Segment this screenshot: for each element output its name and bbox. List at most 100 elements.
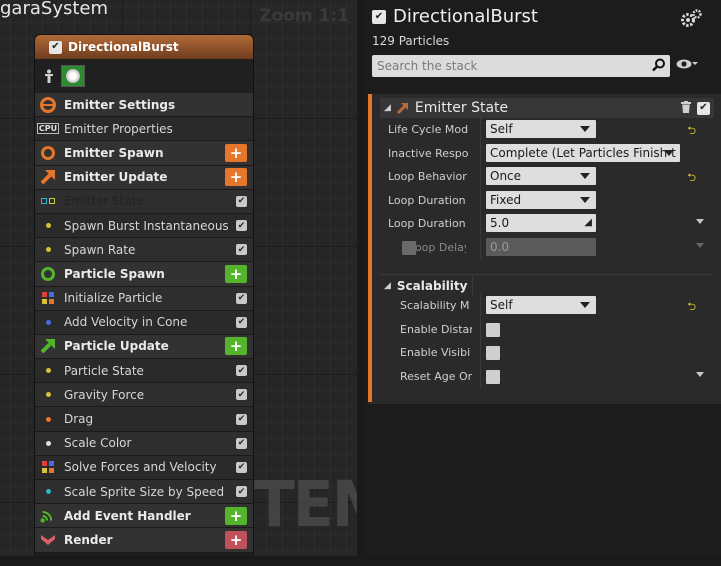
stack-section-particle-update[interactable]: Particle Update + (35, 334, 253, 360)
stack-search-box[interactable] (372, 55, 670, 77)
details-enabled-checkbox[interactable]: ✔ (372, 9, 386, 24)
module-type-dot-icon (40, 368, 56, 374)
stack-module-spawn-burst-instantaneous[interactable]: Spawn Burst Instantaneous ✔ (35, 213, 253, 239)
expand-arrow-icon[interactable] (696, 371, 704, 377)
stack-row-label: Drag (64, 412, 94, 427)
add-emitter-update-button[interactable]: + (225, 168, 247, 187)
dropdown-value: Self (490, 122, 513, 136)
property-row-loop-delay: Loop Delay 0.0 (388, 235, 714, 259)
emitter-thumbnail (61, 65, 85, 87)
chevron-down-icon (580, 302, 590, 308)
expand-arrow-icon[interactable] (696, 242, 704, 248)
cpu-icon: CPU (36, 123, 60, 135)
column-separator (480, 141, 481, 165)
column-separator (480, 317, 481, 341)
stack-section-particle-spawn[interactable]: Particle Spawn + (35, 262, 253, 287)
stack-module-particle-state[interactable]: Particle State ✔ (35, 359, 253, 384)
reset-to-default-icon[interactable]: ⮌ (687, 169, 696, 188)
dropdown-value: Self (490, 298, 513, 312)
stack-section-render[interactable]: Render + (35, 528, 253, 553)
loop-duration-number-field[interactable]: 5.0 ◢ (486, 214, 596, 232)
person-icon[interactable] (43, 69, 55, 83)
selected-emitter-details-panel: ✔ DirectionalBurst 129 Particles ◢ Emitt… (364, 0, 721, 566)
scalability-m-dropdown[interactable]: Self (486, 296, 596, 314)
life-cycle-mod-dropdown[interactable]: Self (486, 120, 596, 138)
emitter-enabled-checkbox[interactable]: ✔ (49, 40, 62, 54)
emitter-node[interactable]: ✔ DirectionalBurst Emitter Settings CPU Em… (34, 34, 254, 556)
stack-module-solve-forces-and-velocity[interactable]: Solve Forces and Velocity ✔ (35, 455, 253, 480)
emitter-node-header[interactable]: ✔ DirectionalBurst (35, 35, 253, 59)
module-enabled-checkbox[interactable]: ✔ (236, 220, 247, 232)
number-value: 0.0 (490, 239, 510, 254)
chevron-down-icon (580, 196, 590, 203)
stack-module-gravity-force[interactable]: Gravity Force ✔ (35, 383, 253, 408)
emitter-stack-list: Emitter Settings CPU Emitter Properties Emi… (35, 93, 253, 553)
reset-to-default-icon[interactable]: ⮌ (687, 122, 696, 141)
stack-section-add-event-handler[interactable]: Add Event Handler + (35, 504, 253, 529)
add-add-event-handler-button[interactable]: + (225, 506, 247, 525)
trash-icon[interactable] (681, 100, 691, 116)
module-enabled-checkbox[interactable]: ✔ (236, 365, 247, 377)
property-label: Loop Duration (388, 217, 466, 230)
module-enabled-checkbox[interactable]: ✔ (236, 195, 247, 207)
stack-module-emitter-properties[interactable]: CPU Emitter Properties (35, 117, 253, 142)
property-row-reset-age-or: Reset Age Or (388, 364, 714, 388)
collapse-triangle-icon[interactable]: ◢ (384, 281, 391, 291)
module-enabled-checkbox[interactable]: ✔ (236, 316, 247, 328)
collapse-triangle-icon[interactable]: ◢ (384, 103, 391, 113)
visibility-filter-eye-icon[interactable] (676, 58, 698, 74)
property-row-loop-behavior: Loop Behavior Once ⮌ (388, 165, 714, 188)
enable-distar-checkbox[interactable] (486, 322, 500, 337)
stack-module-emitter-state[interactable]: Emitter State ✔ (35, 189, 253, 214)
module-enabled-checkbox[interactable]: ✔ (236, 461, 247, 473)
dropdown-value: Complete (Let Particles Finish th (490, 145, 676, 160)
module-enabled-checkbox[interactable]: ✔ (236, 486, 247, 498)
module-enabled-checkbox[interactable]: ✔ (697, 101, 710, 115)
module-enabled-checkbox[interactable]: ✔ (236, 292, 247, 304)
column-separator (480, 341, 481, 364)
stack-module-add-velocity-in-cone[interactable]: Add Velocity in Cone ✔ (35, 310, 253, 335)
enable-visibi-checkbox[interactable] (486, 346, 500, 360)
add-particle-update-button[interactable]: + (225, 337, 247, 356)
stack-module-scale-sprite-size-by-speed[interactable]: Scale Sprite Size by Speed ✔ (35, 480, 253, 505)
stack-module-initialize-particle[interactable]: Initialize Particle ✔ (35, 286, 253, 311)
loop-duration-m-dropdown[interactable]: Fixed (486, 190, 596, 209)
module-type-dots-icon (40, 198, 56, 205)
reset-to-default-icon[interactable]: ⮌ (687, 298, 696, 317)
reset-age-or-checkbox[interactable] (486, 369, 500, 384)
stack-section-emitter-update[interactable]: Emitter Update + (35, 165, 253, 190)
loop-delay-enable-checkbox[interactable] (402, 240, 416, 255)
add-emitter-spawn-button[interactable]: + (225, 143, 247, 162)
property-row-life-cycle-mod: Life Cycle Mod Self ⮌ (388, 118, 714, 141)
gears-icon[interactable] (679, 8, 703, 35)
stack-row-label: Particle Update (64, 339, 169, 354)
chevron-down-icon (664, 149, 674, 156)
module-enabled-checkbox[interactable]: ✔ (236, 244, 247, 256)
module-enabled-checkbox[interactable]: ✔ (236, 437, 247, 449)
inactive-respor-dropdown[interactable]: Complete (Let Particles Finish th (486, 143, 680, 162)
loop-behavior-dropdown[interactable]: Once (486, 167, 596, 185)
stack-module-spawn-rate[interactable]: Spawn Rate ✔ (35, 238, 253, 263)
search-icon[interactable] (652, 58, 666, 72)
module-enabled-checkbox[interactable]: ✔ (236, 413, 247, 425)
emitter-state-header[interactable]: ◢ Emitter State ✔ (380, 98, 714, 118)
stack-section-emitter-spawn[interactable]: Emitter Spawn + (35, 141, 253, 166)
add-render-button[interactable]: + (225, 530, 247, 549)
stack-search-input[interactable] (377, 59, 649, 73)
column-separator (480, 212, 481, 235)
stack-module-scale-color[interactable]: Scale Color ✔ (35, 431, 253, 456)
stack-module-drag[interactable]: Drag ✔ (35, 407, 253, 432)
expand-arrow-icon[interactable] (696, 219, 704, 224)
property-label: Loop Delay (409, 240, 466, 254)
scalability-category-header[interactable]: ◢ Scalability (380, 274, 714, 297)
system-graph-canvas[interactable]: garaSystem Zoom 1:1 SYSTEM ✔ Directional… (0, 0, 357, 556)
column-separator (480, 235, 481, 259)
module-enabled-checkbox[interactable]: ✔ (236, 389, 247, 401)
stack-row-label: Emitter State (64, 194, 144, 209)
stack-section-emitter-settings[interactable]: Emitter Settings (35, 93, 253, 118)
stack-row-label: Add Event Handler (64, 508, 191, 523)
scalability-title: Scalability (396, 278, 468, 293)
add-particle-spawn-button[interactable]: + (225, 264, 247, 283)
column-separator (480, 165, 481, 188)
drag-grip-icon[interactable]: ◢ (584, 217, 592, 228)
